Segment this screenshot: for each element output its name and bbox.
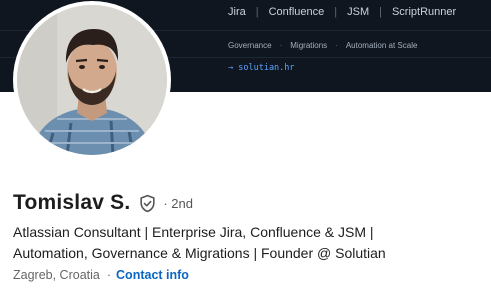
headline-line: Atlassian Consultant | Enterprise Jira, … xyxy=(13,224,374,240)
banner-url: → solutian.hr xyxy=(228,63,295,73)
banner-tag-separator: · xyxy=(279,41,283,50)
banner-tag: Governance xyxy=(228,41,272,50)
profile-name: Tomislav S. xyxy=(13,191,131,214)
connection-degree: · 2nd xyxy=(163,195,193,211)
banner-products: Jira | Confluence | JSM | ScriptRunner xyxy=(228,6,456,18)
name-row: Tomislav S. · 2nd xyxy=(13,191,193,215)
banner-product: JSM xyxy=(347,6,370,18)
contact-info-link[interactable]: Contact info xyxy=(116,268,189,282)
banner-product: Jira xyxy=(228,6,246,18)
banner-product: Confluence xyxy=(268,6,325,18)
verified-shield-icon[interactable] xyxy=(138,194,157,213)
banner-tag: Automation at Scale xyxy=(345,41,418,50)
banner-tag: Migrations xyxy=(290,41,328,50)
banner-separator: | xyxy=(255,6,259,18)
profile-location: Zagreb, Croatia xyxy=(13,268,100,282)
banner-separator: | xyxy=(379,6,382,18)
profile-photo[interactable] xyxy=(17,5,167,155)
profile-headline: Atlassian Consultant | Enterprise Jira, … xyxy=(13,222,483,264)
banner-tags: Governance · Migrations · Automation at … xyxy=(228,41,417,50)
avatar[interactable] xyxy=(13,1,171,159)
profile-photo-image xyxy=(17,5,167,155)
headline-line: Automation, Governance & Migrations | Fo… xyxy=(13,245,386,261)
banner-tag-separator: · xyxy=(335,41,338,50)
banner-separator: | xyxy=(334,6,338,18)
meta-separator: · xyxy=(106,268,112,282)
profile-meta: Zagreb, Croatia · Contact info xyxy=(13,268,189,282)
banner-product: ScriptRunner xyxy=(391,6,457,18)
